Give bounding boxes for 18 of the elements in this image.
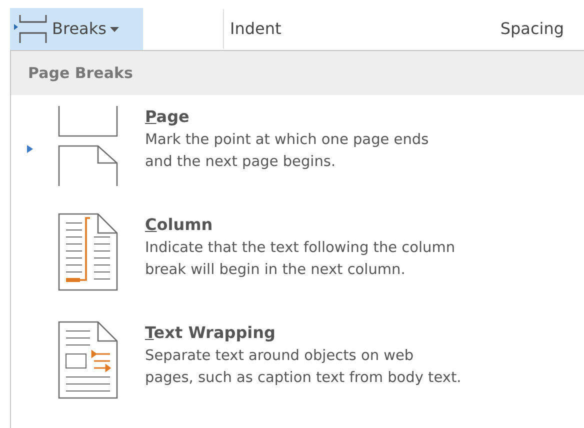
dropdown-caret-icon xyxy=(110,26,120,32)
menu-item[interactable]: Page Mark the point at which one page ends and the next page begins. xyxy=(11,105,584,197)
menu-item[interactable]: Column Indicate that the text following the column break will begin in the next column. xyxy=(11,213,584,305)
page-break-icon xyxy=(14,14,48,44)
menu-item-title: Text Wrapping xyxy=(145,322,276,344)
menu-item-title: Page xyxy=(145,106,190,128)
spacing-label: Spacing xyxy=(500,18,564,40)
indent-label: Indent xyxy=(230,18,282,40)
menu-item-description: Indicate that the text following the column break will begin in the next column. xyxy=(145,239,456,280)
menu-item-description: Mark the point at which one page ends and the next page begins. xyxy=(145,131,429,172)
menu-item[interactable]: Text Wrapping Separate text around objects on web pages, such as caption text from body text. xyxy=(11,321,584,413)
breaks-button[interactable]: Breaks xyxy=(10,8,143,50)
text-wrapping-icon xyxy=(58,321,120,399)
page-break-icon xyxy=(58,105,120,187)
menu-item-title: Column xyxy=(145,214,214,236)
column-break-icon xyxy=(58,213,120,291)
menu-header-text: Page Breaks xyxy=(28,62,133,84)
menu-item-description: Separate text around objects on web pages, such as caption text from body text. xyxy=(145,347,462,388)
